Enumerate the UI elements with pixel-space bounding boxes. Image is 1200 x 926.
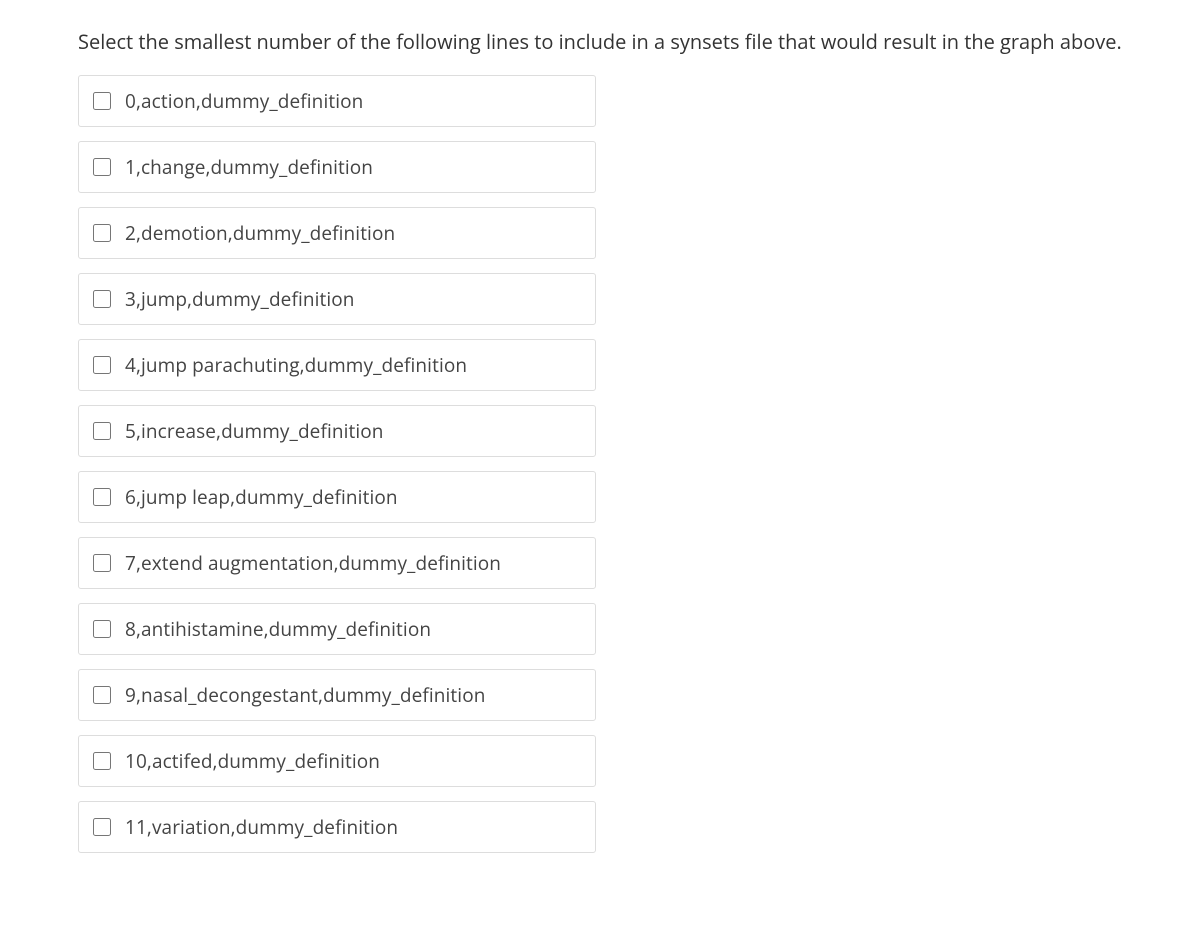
option-8[interactable]: 8,antihistamine,dummy_definition [78,603,596,655]
option-10-checkbox[interactable] [93,752,111,770]
option-2[interactable]: 2,demotion,dummy_definition [78,207,596,259]
option-5-label: 5,increase,dummy_definition [125,418,384,444]
option-0-label: 0,action,dummy_definition [125,88,363,114]
option-5[interactable]: 5,increase,dummy_definition [78,405,596,457]
option-8-label: 8,antihistamine,dummy_definition [125,616,431,642]
option-3[interactable]: 3,jump,dummy_definition [78,273,596,325]
option-6-checkbox[interactable] [93,488,111,506]
option-6-label: 6,jump leap,dummy_definition [125,484,398,510]
option-4-label: 4,jump parachuting,dummy_definition [125,352,467,378]
option-11-label: 11,variation,dummy_definition [125,814,398,840]
option-5-checkbox[interactable] [93,422,111,440]
option-1-label: 1,change,dummy_definition [125,154,373,180]
option-7-label: 7,extend augmentation,dummy_definition [125,550,501,576]
option-0[interactable]: 0,action,dummy_definition [78,75,596,127]
option-8-checkbox[interactable] [93,620,111,638]
option-7[interactable]: 7,extend augmentation,dummy_definition [78,537,596,589]
option-3-label: 3,jump,dummy_definition [125,286,355,312]
option-4[interactable]: 4,jump parachuting,dummy_definition [78,339,596,391]
option-1[interactable]: 1,change,dummy_definition [78,141,596,193]
option-6[interactable]: 6,jump leap,dummy_definition [78,471,596,523]
option-11[interactable]: 11,variation,dummy_definition [78,801,596,853]
option-0-checkbox[interactable] [93,92,111,110]
option-10-label: 10,actifed,dummy_definition [125,748,380,774]
option-9-checkbox[interactable] [93,686,111,704]
option-9[interactable]: 9,nasal_decongestant,dummy_definition [78,669,596,721]
option-2-checkbox[interactable] [93,224,111,242]
question-prompt: Select the smallest number of the follow… [78,26,1122,57]
option-10[interactable]: 10,actifed,dummy_definition [78,735,596,787]
options-list: 0,action,dummy_definition 1,change,dummy… [78,75,596,853]
option-3-checkbox[interactable] [93,290,111,308]
option-7-checkbox[interactable] [93,554,111,572]
option-4-checkbox[interactable] [93,356,111,374]
option-2-label: 2,demotion,dummy_definition [125,220,395,246]
option-11-checkbox[interactable] [93,818,111,836]
option-9-label: 9,nasal_decongestant,dummy_definition [125,682,486,708]
option-1-checkbox[interactable] [93,158,111,176]
